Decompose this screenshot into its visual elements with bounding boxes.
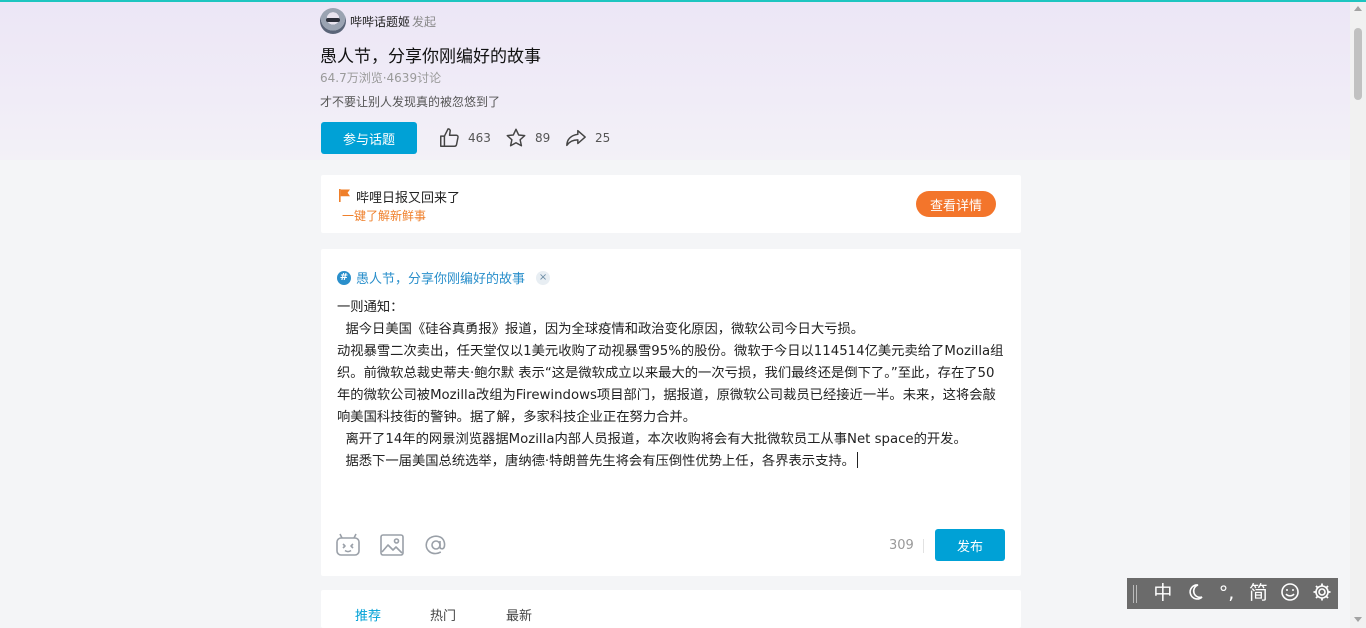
topic-tag-label: 愚人节，分享你刚编好的故事 [356,272,526,287]
mention-at-icon[interactable] [423,533,449,557]
banner-title: 哔哩日报又回来了 [356,191,461,206]
flag-icon [339,189,350,202]
editor-paragraph-text: 据悉下一届美国总统选举，唐纳德·特朗普先生将会有压倒性优势上任，各界表示支持。 [337,454,855,469]
share-button[interactable]: 25 [565,126,610,150]
feed-tabs: 推荐 热门 最新 [321,590,1021,628]
editor-paragraph: 离开了14年的网景浏览器据Mozilla内部人员报道，本次收购将会有大批微软员工… [337,432,967,447]
tab-recommended[interactable]: 推荐 [355,605,381,624]
text-caret [856,452,858,468]
image-icon[interactable] [379,533,405,557]
char-count: 309 [889,538,914,553]
share-arrow-icon [566,129,586,147]
ime-emoji-icon[interactable] [1274,578,1306,609]
ime-toolbar: 中 °, 简 [1127,578,1338,609]
star-icon [506,128,526,147]
join-topic-button[interactable]: 参与话题 [321,122,417,154]
thumbs-up-icon [440,128,459,147]
editor-paragraph-last: 据悉下一届美国总统选举，唐纳德·特朗普先生将会有压倒性优势上任，各界表示支持。 [337,451,1007,473]
publish-button[interactable]: 发布 [935,529,1005,561]
favorite-count: 89 [535,131,551,145]
poster-suffix: 发起 [412,15,437,29]
topic-description: 才不要让别人发现真的被忽悠到了 [320,95,501,109]
moon-icon [1189,584,1203,600]
topic-stats: 64.7万浏览·4639讨论 [320,71,442,85]
emoji-icon[interactable] [335,533,361,557]
ime-settings-icon[interactable] [1306,578,1338,609]
editor-paragraph: 动视暴雪二次卖出，任天堂仅以1美元收购了动视暴雪95%的股份。微软于今日以114… [337,344,1004,425]
avatar-glasses [326,18,340,22]
daily-news-banner: 哔哩日报又回来了 一键了解新鲜事 查看详情 [321,175,1021,233]
count-divider [923,539,924,553]
like-count: 463 [468,131,491,145]
editor-paragraph: 据今日美国《硅谷真勇报》报道，因为全球疫情和政治变化原因，微软公司今日大亏损。 [337,322,865,337]
poster-line: 哔哔话题姬 发起 [350,13,436,30]
tab-hot[interactable]: 热门 [430,605,456,624]
post-editor: # 愚人节，分享你刚编好的故事 × 一则通知： 据今日美国《硅谷真勇报》报道，因… [321,249,1021,576]
smile-icon [1281,583,1300,601]
editor-paragraph: 一则通知： [337,300,404,315]
ime-drag-handle[interactable] [1133,584,1137,603]
vertical-scrollbar[interactable] [1350,2,1366,628]
gear-icon [1313,583,1331,601]
tab-latest[interactable]: 最新 [506,605,532,624]
scroll-up-arrow-icon[interactable] [1354,6,1362,11]
hashtag-icon: # [337,270,351,285]
ime-punctuation-toggle[interactable]: °, [1211,578,1243,609]
topic-header-background [0,2,1350,160]
ime-script-toggle[interactable]: 简 [1242,578,1274,609]
view-details-button[interactable]: 查看详情 [916,191,996,217]
ime-moon-icon[interactable] [1179,578,1211,609]
editor-textarea[interactable]: 一则通知： 据今日美国《硅谷真勇报》报道，因为全球疫情和政治变化原因，微软公司今… [337,297,1007,473]
favorite-button[interactable]: 89 [505,126,550,150]
ime-language-toggle[interactable]: 中 [1147,578,1179,609]
banner-subtitle: 一键了解新鲜事 [342,209,427,223]
poster-avatar[interactable] [320,8,346,34]
like-button[interactable]: 463 [438,126,491,150]
scroll-down-arrow-icon[interactable] [1354,617,1362,622]
remove-tag-icon[interactable]: × [536,270,551,285]
scroll-thumb[interactable] [1354,28,1362,100]
page-title: 愚人节，分享你刚编好的故事 [320,47,541,67]
topic-tag[interactable]: # 愚人节，分享你刚编好的故事 × [337,268,551,287]
poster-name[interactable]: 哔哔话题姬 [350,15,410,29]
share-count: 25 [595,131,611,145]
